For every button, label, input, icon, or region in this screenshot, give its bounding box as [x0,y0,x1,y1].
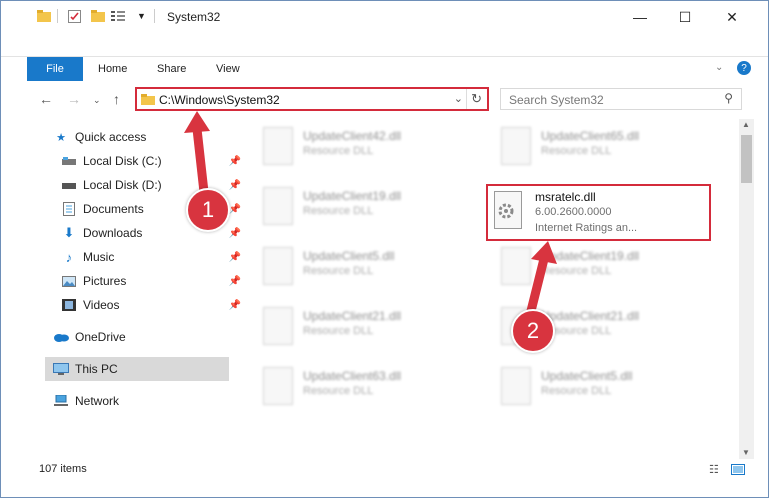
annotation-arrows [184,111,557,321]
step-badge-1: 1 [186,188,230,232]
step-badge-2: 2 [511,309,555,353]
explorer-window: ▼ System32 — ☐ ✕ File Home Share View ⌄ … [0,0,769,498]
arrow-step2-head [531,241,557,264]
arrow-step1-head [184,111,210,133]
